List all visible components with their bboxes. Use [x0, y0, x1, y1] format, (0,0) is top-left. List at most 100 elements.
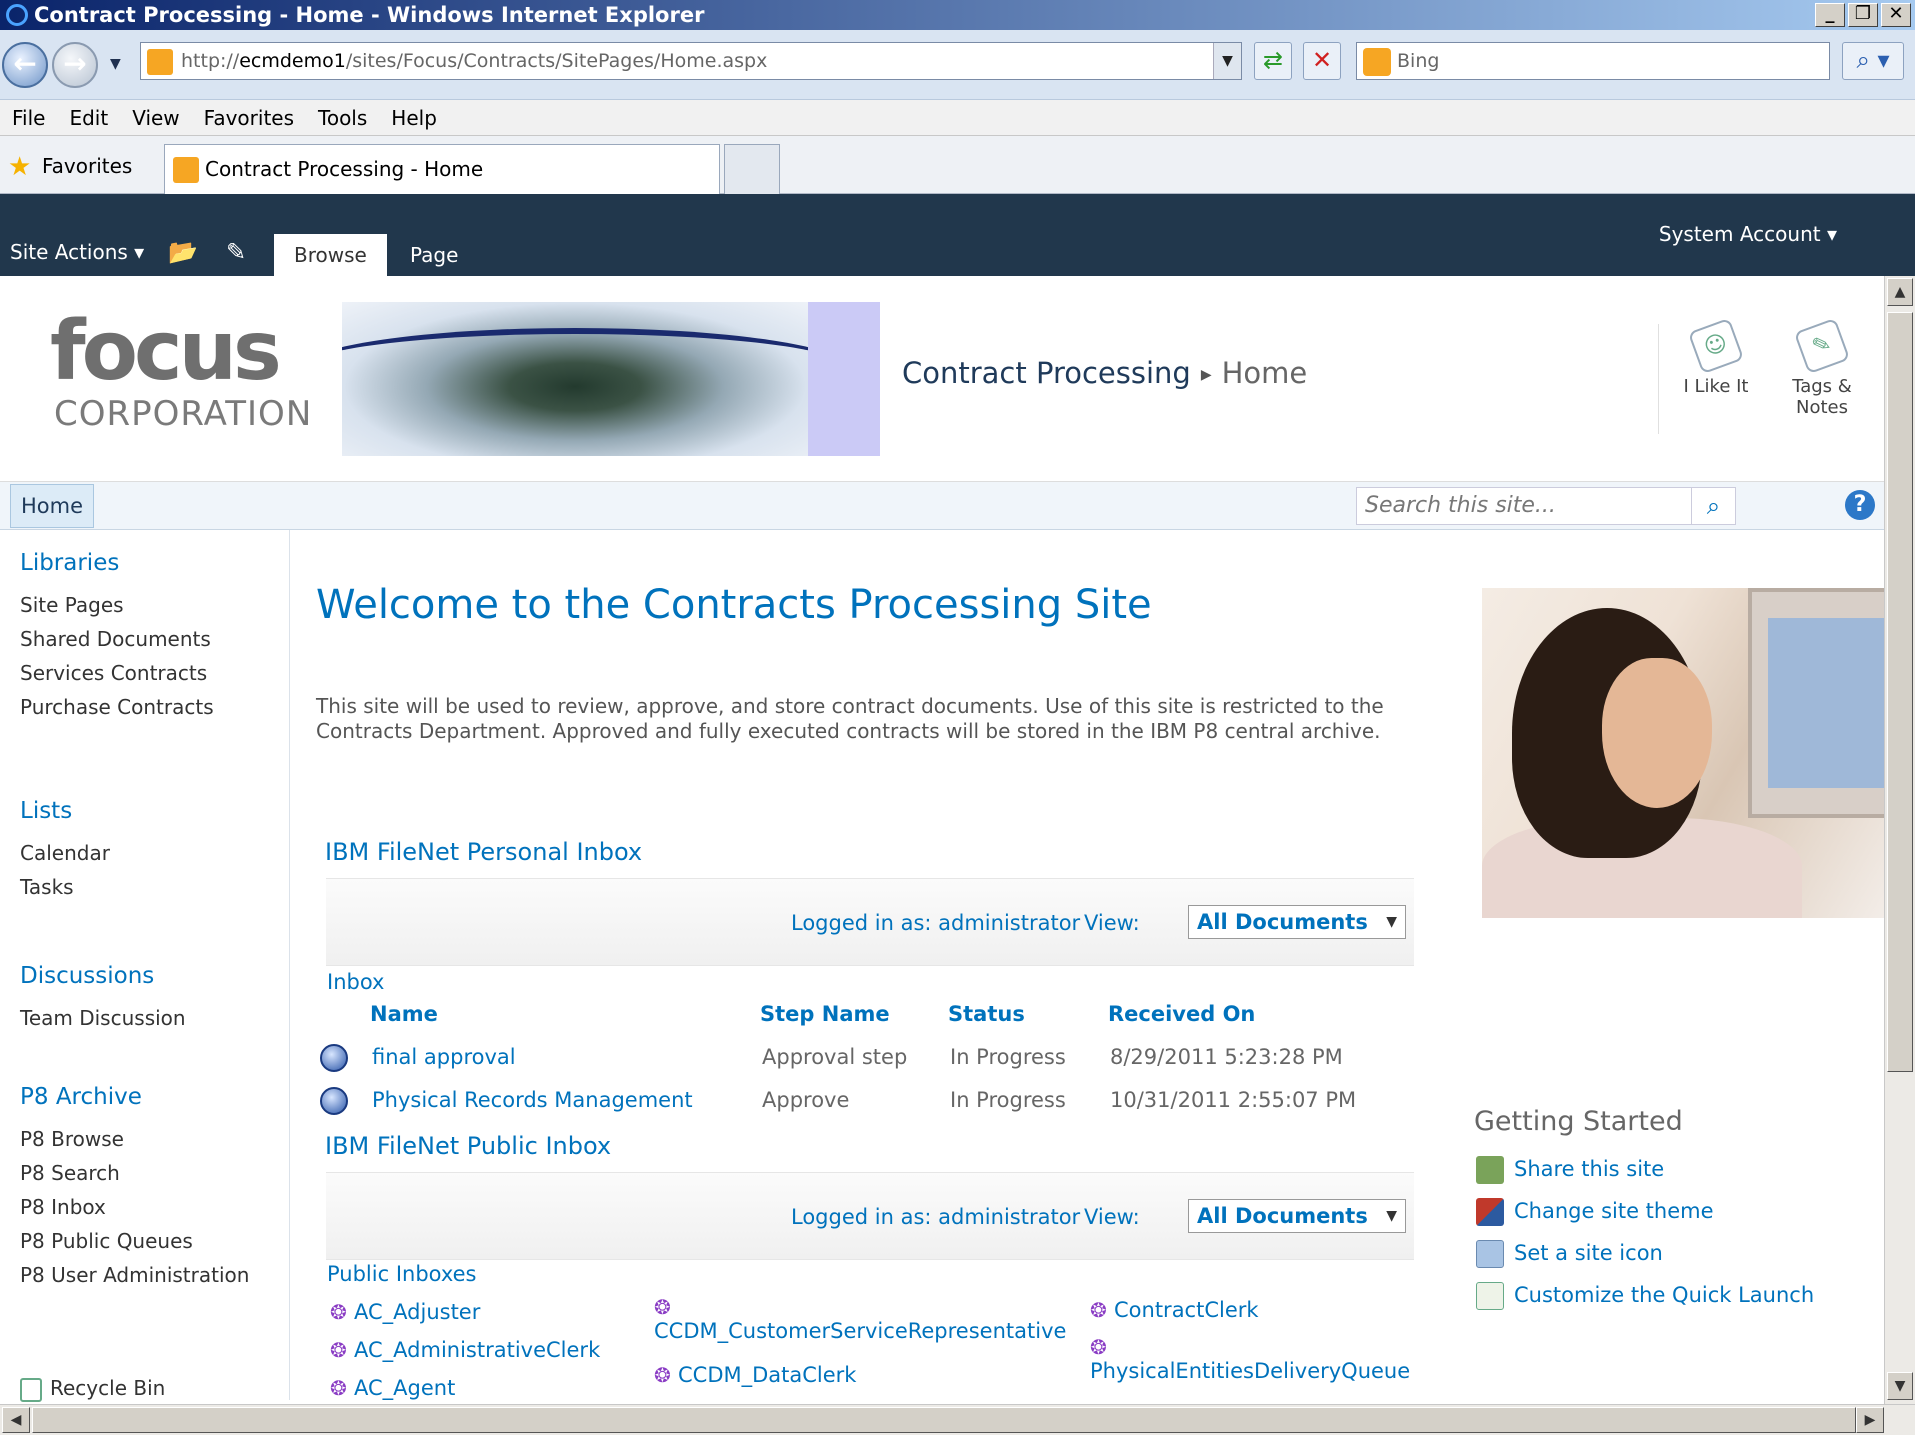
- recycle-bin-link[interactable]: Recycle Bin: [20, 1376, 165, 1402]
- scroll-left-icon[interactable]: ◀: [2, 1407, 30, 1433]
- scroll-right-icon[interactable]: ▶: [1856, 1407, 1884, 1433]
- address-toolbar: ← → ▼ http://ecmdemo1/sites/Focus/Contra…: [0, 30, 1915, 100]
- public-inbox-filter-bar: Logged in as: administrator View: All Do…: [326, 1172, 1414, 1260]
- personal-logged-in: Logged in as: administrator: [791, 911, 1081, 935]
- back-button[interactable]: ←: [2, 42, 48, 88]
- scroll-down-icon[interactable]: ▼: [1887, 1372, 1913, 1400]
- customize-quick-launch-link[interactable]: Customize the Quick Launch: [1476, 1282, 1814, 1310]
- personal-view-select[interactable]: All Documents ▼: [1188, 905, 1406, 939]
- nav-heading-lists[interactable]: Lists: [20, 798, 72, 824]
- column-header-received-on[interactable]: Received On: [1108, 1002, 1255, 1026]
- workitem-name[interactable]: final approval: [372, 1045, 516, 1069]
- nav-item-services-contracts[interactable]: Services Contracts: [20, 661, 207, 685]
- site-icon-link[interactable]: Set a site icon: [1476, 1240, 1663, 1268]
- logo-subtitle: CORPORATION: [54, 394, 313, 434]
- restore-button[interactable]: ❐: [1848, 3, 1878, 27]
- chevron-down-icon: ▼: [1386, 914, 1397, 930]
- personal-inbox-filter-bar: Logged in as: administrator View: All Do…: [326, 878, 1414, 966]
- nav-item-purchase-contracts[interactable]: Purchase Contracts: [20, 695, 214, 719]
- horizontal-scrollbar[interactable]: ◀ ▶: [0, 1404, 1915, 1435]
- nav-item-tasks[interactable]: Tasks: [20, 875, 74, 899]
- menu-file[interactable]: File: [0, 100, 57, 135]
- menu-favorites[interactable]: Favorites: [192, 100, 306, 135]
- personal-inbox-title[interactable]: IBM FileNet Personal Inbox: [325, 838, 642, 866]
- browser-tab-active[interactable]: Contract Processing - Home: [164, 144, 720, 194]
- favorites-star-icon[interactable]: ★: [8, 152, 31, 182]
- stop-icon[interactable]: ✕: [1303, 42, 1341, 80]
- tab-page[interactable]: Page: [390, 234, 478, 276]
- public-inbox-title[interactable]: IBM FileNet Public Inbox: [325, 1132, 611, 1160]
- site-actions-menu[interactable]: Site Actions ▾: [10, 240, 144, 264]
- ie-logo-icon: [6, 4, 28, 26]
- refresh-icon[interactable]: ⇄: [1254, 42, 1292, 80]
- scroll-thumb[interactable]: [1887, 312, 1913, 1072]
- url-input[interactable]: http://ecmdemo1/sites/Focus/Contracts/Si…: [140, 42, 1242, 80]
- queue-icon: ❂: [330, 1300, 347, 1324]
- close-button[interactable]: ✕: [1881, 3, 1911, 27]
- topnav-home[interactable]: Home: [10, 484, 95, 528]
- workitem-icon: [320, 1087, 348, 1115]
- user-menu[interactable]: System Account ▾: [1659, 222, 1837, 246]
- nav-item-site-pages[interactable]: Site Pages: [20, 593, 124, 617]
- focus-corporation-logo[interactable]: focus CORPORATION: [20, 302, 342, 434]
- tags-notes-button[interactable]: ✎ Tags & Notes: [1782, 317, 1862, 418]
- new-tab-button[interactable]: [724, 144, 780, 194]
- queue-link[interactable]: ❂ AC_AdministrativeClerk: [330, 1338, 600, 1362]
- menu-help[interactable]: Help: [379, 100, 449, 135]
- queue-link[interactable]: ❂ CCDM_DataClerk: [654, 1363, 856, 1387]
- breadcrumb-site[interactable]: Contract Processing: [902, 356, 1191, 390]
- workitem-name[interactable]: Physical Records Management: [372, 1088, 693, 1112]
- queue-link[interactable]: ❂ ContractClerk: [1090, 1298, 1259, 1322]
- queue-link[interactable]: ❂ AC_Adjuster: [330, 1300, 480, 1324]
- help-icon[interactable]: ?: [1845, 490, 1875, 520]
- nav-item-p8-browse[interactable]: P8 Browse: [20, 1127, 124, 1151]
- change-theme-link[interactable]: Change site theme: [1476, 1198, 1714, 1226]
- nav-item-p8-search[interactable]: P8 Search: [20, 1161, 120, 1185]
- nav-item-p8-user-administration[interactable]: P8 User Administration: [20, 1263, 249, 1287]
- queue-link[interactable]: ❂ PhysicalEntitiesDeliveryQueue: [1090, 1335, 1410, 1383]
- nav-item-calendar[interactable]: Calendar: [20, 841, 110, 865]
- share-site-link[interactable]: Share this site: [1476, 1156, 1664, 1184]
- menu-view[interactable]: View: [120, 100, 191, 135]
- scroll-up-icon[interactable]: ▲: [1887, 278, 1913, 306]
- queue-label: ContractClerk: [1114, 1298, 1259, 1322]
- search-go-icon[interactable]: ⌕ ▾: [1842, 42, 1904, 80]
- url-host: ecmdemo1: [239, 50, 346, 72]
- workitem-icon: [320, 1044, 348, 1072]
- scroll-thumb-horizontal[interactable]: [32, 1407, 1856, 1433]
- column-header-name[interactable]: Name: [370, 1002, 438, 1026]
- recent-pages-dropdown-icon[interactable]: ▼: [110, 56, 121, 72]
- search-icon[interactable]: ⌕: [1691, 488, 1735, 524]
- i-like-it-button[interactable]: ☺ I Like It: [1676, 317, 1756, 397]
- site-search-input[interactable]: Search this site... ⌕: [1356, 487, 1736, 525]
- nav-item-p8-public-queues[interactable]: P8 Public Queues: [20, 1229, 193, 1253]
- nav-heading-libraries[interactable]: Libraries: [20, 550, 119, 576]
- public-view-select[interactable]: All Documents ▼: [1188, 1199, 1406, 1233]
- nav-item-team-discussion[interactable]: Team Discussion: [20, 1006, 186, 1030]
- nav-item-shared-documents[interactable]: Shared Documents: [20, 627, 211, 651]
- queue-link[interactable]: ❂ CCDM_CustomerServiceRepresentative: [654, 1295, 1066, 1343]
- nav-heading-p8-archive[interactable]: P8 Archive: [20, 1084, 142, 1110]
- column-header-step-name[interactable]: Step Name: [760, 1002, 890, 1026]
- url-dropdown-icon[interactable]: ▼: [1213, 43, 1241, 79]
- favorites-button[interactable]: Favorites: [42, 154, 132, 178]
- tab-browse[interactable]: Browse: [274, 234, 387, 276]
- nav-heading-discussions[interactable]: Discussions: [20, 963, 154, 989]
- vertical-scrollbar[interactable]: ▲ ▼: [1884, 276, 1915, 1404]
- navigate-up-icon[interactable]: 📂: [168, 238, 198, 266]
- menu-tools[interactable]: Tools: [306, 100, 379, 135]
- header-banner-image: [342, 302, 808, 456]
- url-prefix: http://: [181, 50, 240, 72]
- browser-search-input[interactable]: Bing: [1356, 42, 1830, 80]
- menu-edit[interactable]: Edit: [57, 100, 120, 135]
- site-icon-label: Set a site icon: [1514, 1241, 1663, 1265]
- queue-label: CCDM_CustomerServiceRepresentative: [654, 1319, 1067, 1343]
- edit-page-icon[interactable]: ✎: [226, 238, 246, 266]
- queue-link[interactable]: ❂ AC_Agent: [330, 1376, 455, 1400]
- breadcrumb-page: Home: [1221, 356, 1308, 390]
- column-header-status[interactable]: Status: [948, 1002, 1025, 1026]
- workitem-status: In Progress: [950, 1045, 1066, 1069]
- forward-button[interactable]: →: [52, 42, 98, 88]
- nav-item-p8-inbox[interactable]: P8 Inbox: [20, 1195, 106, 1219]
- minimize-button[interactable]: _: [1815, 3, 1845, 27]
